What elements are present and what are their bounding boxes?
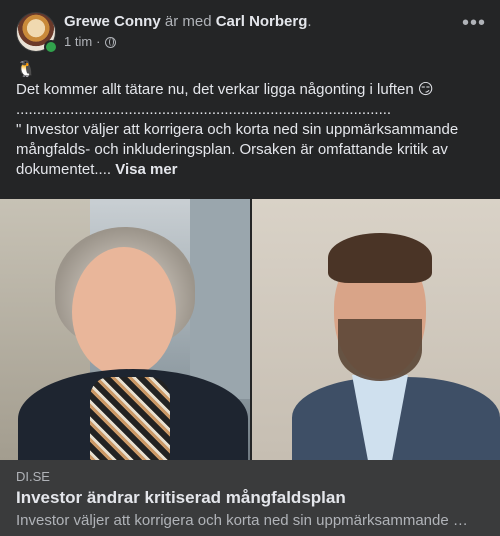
penguin-emoji: 🐧 — [16, 61, 36, 78]
post-quote-text: " Investor väljer att korrigera och kort… — [16, 121, 459, 178]
post-text-dots: ........................................… — [16, 101, 392, 118]
more-options-icon[interactable]: ••• — [460, 13, 488, 36]
globe-icon[interactable] — [104, 36, 116, 48]
post-text: 🐧 Det kommer allt tätare nu, det verkar … — [16, 60, 484, 180]
online-status-badge — [44, 40, 58, 54]
scarf-shape — [90, 377, 170, 460]
with-text: är med — [160, 13, 216, 30]
author-line: Grewe Conny är med Carl Norberg. — [64, 12, 312, 32]
see-more-link[interactable]: Visa mer — [115, 161, 177, 178]
link-preview-card[interactable]: DI.SE Investor ändrar kritiserad mångfal… — [0, 460, 500, 536]
beard-shape — [338, 319, 422, 381]
link-description: Investor väljer att korrigera och korta … — [16, 512, 468, 529]
man-portrait-photo — [252, 199, 500, 460]
meta-separator: · — [96, 34, 101, 49]
post-meta: 1 tim · — [64, 34, 116, 50]
woman-portrait-photo — [0, 199, 250, 460]
post-header: Grewe Conny är med Carl Norberg. 1 tim ·… — [16, 12, 485, 56]
link-preview-image[interactable] — [0, 199, 500, 460]
link-domain: DI.SE — [16, 469, 50, 484]
tagged-suffix: . — [307, 13, 312, 30]
post-text-line: Det kommer allt tätare nu, det verkar li… — [16, 81, 434, 98]
background-building — [190, 199, 250, 399]
author-name-link[interactable]: Grewe Conny — [64, 13, 161, 30]
link-title[interactable]: Investor ändrar kritiserad mångfaldsplan — [16, 488, 346, 508]
tagged-person-link[interactable]: Carl Norberg — [216, 13, 308, 30]
timestamp-link[interactable]: 1 tim — [64, 34, 92, 50]
hair-shape — [328, 233, 432, 283]
face-shape — [72, 247, 176, 377]
post-text-quote: " Investor väljer att korrigera och kort… — [16, 120, 484, 180]
